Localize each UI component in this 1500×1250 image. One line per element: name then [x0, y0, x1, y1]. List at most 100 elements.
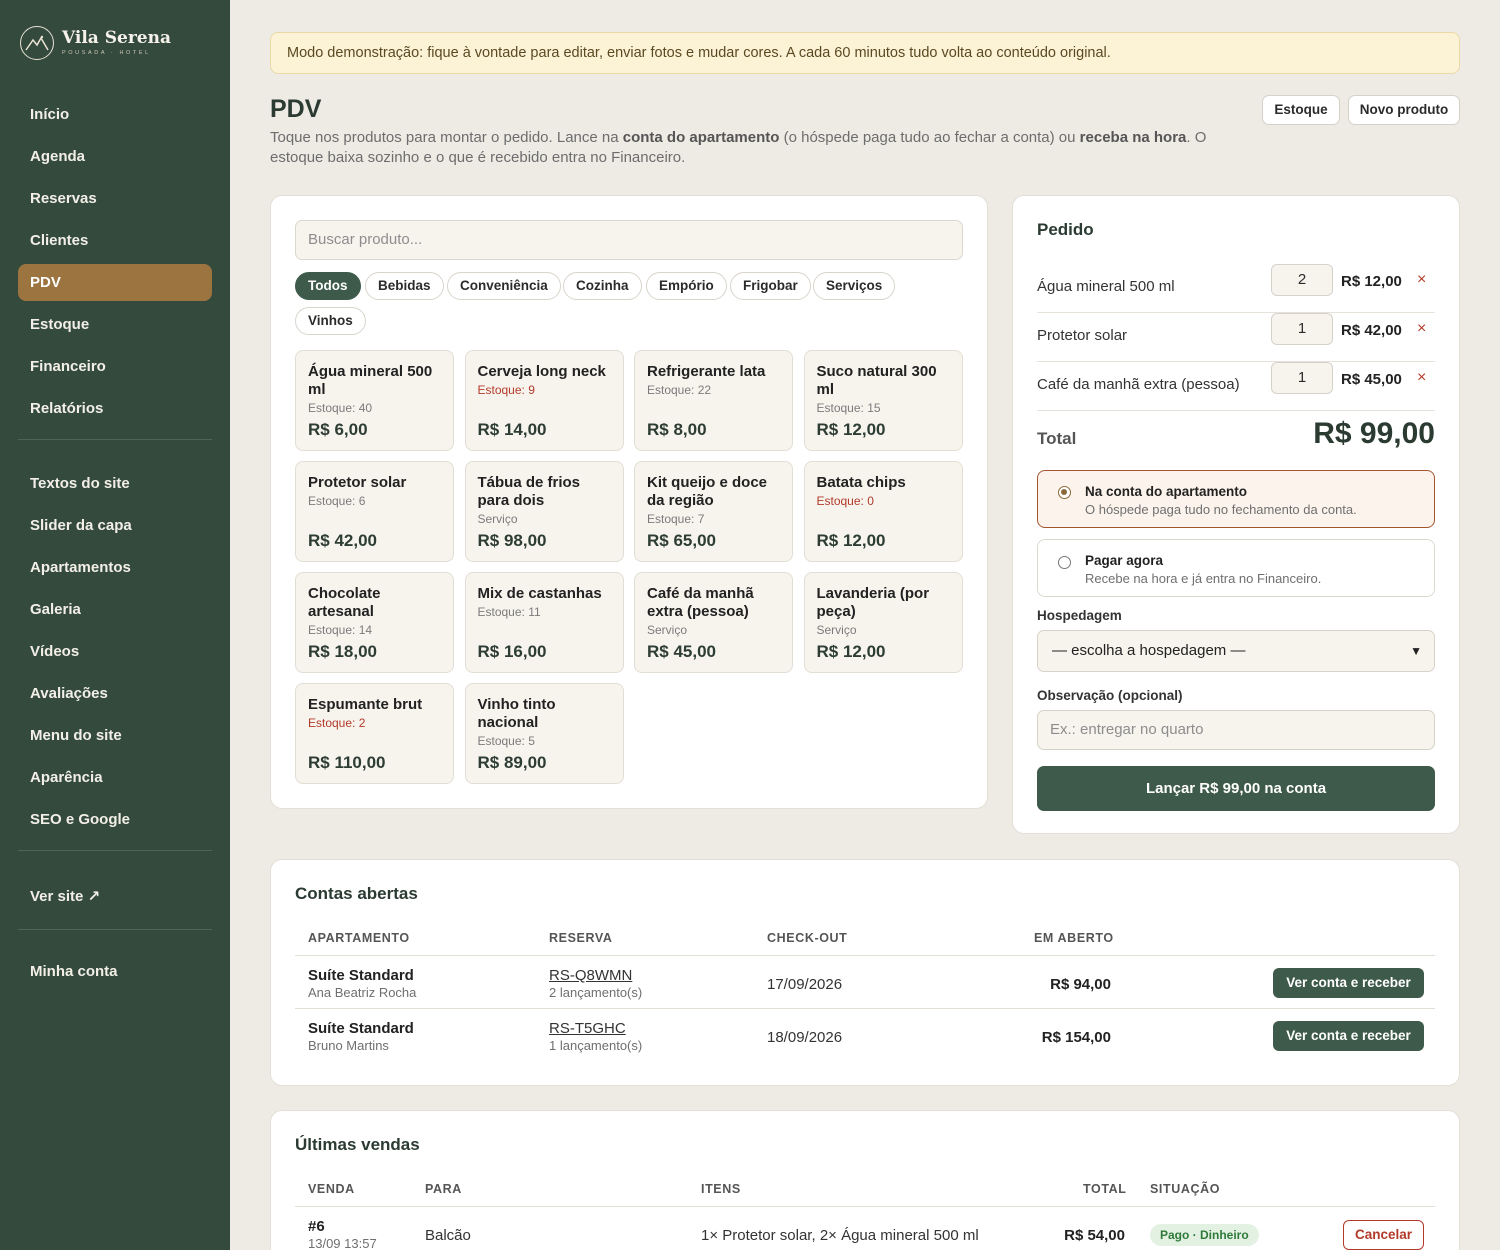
- open-amount: R$ 94,00: [1050, 976, 1111, 993]
- sidebar-item-financeiro[interactable]: Financeiro: [18, 348, 212, 385]
- table-row: Suíte Standard Bruno Martins RS-T5GHC 1 lan…: [271, 1019, 1459, 1072]
- sidebar-item-inicio[interactable]: Início: [18, 96, 212, 133]
- product-price: R$ 45,00: [647, 642, 716, 661]
- sidebar-nav-main: Início Agenda Reservas Clientes PDV Esto…: [18, 96, 212, 440]
- product-name: Suco natural 300 ml: [816, 363, 937, 398]
- sidebar-item-galeria[interactable]: Galeria: [18, 591, 212, 628]
- product-stock: Estoque: 2: [308, 716, 366, 730]
- product-price: R$ 42,00: [308, 531, 377, 550]
- product-tile[interactable]: Espumante brut Estoque: 2 R$ 110,00: [295, 683, 454, 784]
- category-chip[interactable]: Cozinha: [563, 272, 642, 300]
- option-pay-now[interactable]: Pagar agora Recebe na hora e já entra no…: [1037, 539, 1435, 597]
- desc-bold: conta do apartamento: [622, 129, 780, 146]
- product-stock: Estoque: 6: [308, 494, 366, 508]
- product-tile[interactable]: Kit queijo e doce da região Estoque: 7 R$ …: [634, 461, 793, 562]
- new-product-button[interactable]: Novo produto: [1348, 95, 1460, 125]
- category-chip[interactable]: Todos: [295, 272, 361, 300]
- brand[interactable]: Vila Serena POUSADA · HOTEL: [20, 26, 171, 60]
- product-tile[interactable]: Água mineral 500 ml Estoque: 40 R$ 6,00: [295, 350, 454, 451]
- sidebar-item-slider[interactable]: Slider da capa: [18, 507, 212, 544]
- chevron-down-icon: ▼: [1410, 644, 1422, 658]
- checkout-date: 17/09/2026: [767, 976, 843, 993]
- sidebar-item-apartamentos[interactable]: Apartamentos: [18, 549, 212, 586]
- category-chip[interactable]: Serviços: [813, 272, 896, 300]
- cancel-sale-button[interactable]: Cancelar: [1343, 1220, 1424, 1250]
- radio-checked-icon[interactable]: [1058, 486, 1071, 499]
- sidebar-item-agenda[interactable]: Agenda: [18, 138, 212, 175]
- page-title: PDV: [270, 95, 322, 123]
- product-tile[interactable]: Chocolate artesanal Estoque: 14 R$ 18,00: [295, 572, 454, 673]
- product-tile[interactable]: Refrigerante lata Estoque: 22 R$ 8,00: [634, 350, 793, 451]
- sidebar-item-reservas[interactable]: Reservas: [18, 180, 212, 217]
- product-tile[interactable]: Protetor solar Estoque: 6 R$ 42,00: [295, 461, 454, 562]
- sidebar-item-avaliacoes[interactable]: Avaliações: [18, 675, 212, 712]
- open-amount: R$ 154,00: [1041, 1029, 1111, 1046]
- note-input[interactable]: Ex.: entregar no quarto: [1037, 710, 1435, 750]
- sidebar-item-relatorios[interactable]: Relatórios: [18, 390, 212, 427]
- sidebar-item-videos[interactable]: Vídeos: [18, 633, 212, 670]
- sidebar-nav-account: Minha conta: [18, 953, 212, 995]
- radio-unchecked-icon[interactable]: [1058, 556, 1071, 569]
- category-chip[interactable]: Frigobar: [730, 272, 811, 300]
- submit-order-button[interactable]: Lançar R$ 99,00 na conta: [1037, 766, 1435, 811]
- category-chip[interactable]: Conveniência: [447, 272, 561, 300]
- product-name: Batata chips: [816, 474, 906, 491]
- order-panel: Pedido Água mineral 500 ml 2 R$ 12,00 × Prot…: [1012, 195, 1460, 834]
- category-chip[interactable]: Vinhos: [295, 307, 366, 335]
- table-divider: [295, 1008, 1435, 1009]
- quantity-input[interactable]: 2: [1271, 264, 1333, 296]
- stay-select[interactable]: — escolha a hospedagem — ▼: [1037, 630, 1435, 672]
- product-stock: Estoque: 22: [647, 383, 712, 397]
- sidebar-item-pdv[interactable]: PDV: [18, 264, 212, 301]
- table-divider: [295, 955, 1435, 956]
- remove-icon[interactable]: ×: [1417, 271, 1426, 289]
- product-name: Lavanderia (por peça): [816, 585, 930, 620]
- view-account-button[interactable]: Ver conta e receber: [1273, 1021, 1424, 1051]
- product-stock: Estoque: 0: [816, 494, 874, 508]
- sidebar-item-textos[interactable]: Textos do site: [18, 465, 212, 502]
- product-name: Espumante brut: [308, 696, 423, 713]
- col-sale: VENDA: [308, 1182, 355, 1196]
- product-tile[interactable]: Café da manhã extra (pessoa) Serviço R$ 45…: [634, 572, 793, 673]
- col-total: TOTAL: [1083, 1182, 1127, 1196]
- reservation-link[interactable]: RS-Q8WMN: [549, 967, 632, 984]
- category-chip[interactable]: Empório: [646, 272, 727, 300]
- entries-count: 2 lançamento(s): [549, 985, 643, 1000]
- product-name: Refrigerante lata: [647, 363, 766, 380]
- option-room-account[interactable]: Na conta do apartamento O hóspede paga t…: [1037, 470, 1435, 528]
- col-status: SITUAÇÃO: [1150, 1182, 1221, 1196]
- product-tile[interactable]: Batata chips Estoque: 0 R$ 12,00: [803, 461, 963, 562]
- sidebar-item-clientes[interactable]: Clientes: [18, 222, 212, 259]
- sale-total: R$ 54,00: [1064, 1227, 1125, 1244]
- sidebar-item-minha-conta[interactable]: Minha conta: [18, 953, 212, 990]
- reservation-link[interactable]: RS-T5GHC: [549, 1020, 626, 1037]
- product-tile[interactable]: Mix de castanhas Estoque: 11 R$ 16,00: [464, 572, 624, 673]
- product-price: R$ 12,00: [816, 531, 886, 550]
- sale-date: 13/09 13:57: [308, 1236, 377, 1250]
- checkout-date: 18/09/2026: [767, 1029, 843, 1046]
- sidebar-item-menu[interactable]: Menu do site: [18, 717, 212, 754]
- option-title: Pagar agora: [1085, 553, 1164, 568]
- quantity-input[interactable]: 1: [1271, 313, 1333, 345]
- product-tile[interactable]: Lavanderia (por peça) Serviço R$ 12,00: [803, 572, 963, 673]
- option-subtitle: Recebe na hora e já entra no Financeiro.: [1085, 571, 1322, 586]
- sidebar-item-aparencia[interactable]: Aparência: [18, 759, 212, 796]
- sidebar-item-ver-site[interactable]: Ver site ↗: [18, 878, 212, 915]
- open-accounts-title: Contas abertas: [295, 884, 418, 903]
- view-account-button[interactable]: Ver conta e receber: [1273, 968, 1424, 998]
- search-input[interactable]: Buscar produto...: [295, 220, 963, 260]
- product-tile[interactable]: Suco natural 300 ml Estoque: 15 R$ 12,00: [803, 350, 963, 451]
- remove-icon[interactable]: ×: [1417, 320, 1426, 338]
- sidebar-item-estoque[interactable]: Estoque: [18, 306, 212, 343]
- product-stock: Serviço: [477, 512, 518, 526]
- product-tile[interactable]: Cerveja long neck Estoque: 9 R$ 14,00: [464, 350, 624, 451]
- sidebar-nav-extra: Ver site ↗: [18, 878, 212, 930]
- quantity-input[interactable]: 1: [1271, 362, 1333, 394]
- product-tile[interactable]: Vinho tinto nacional Estoque: 5 R$ 89,00: [464, 683, 624, 784]
- product-tile[interactable]: Tábua de frios para dois Serviço R$ 98,00: [464, 461, 624, 562]
- category-chip[interactable]: Bebidas: [365, 272, 444, 300]
- col-apartment: APARTAMENTO: [308, 931, 410, 945]
- stock-button[interactable]: Estoque: [1262, 95, 1340, 125]
- sidebar-item-seo[interactable]: SEO e Google: [18, 801, 212, 838]
- remove-icon[interactable]: ×: [1417, 369, 1426, 387]
